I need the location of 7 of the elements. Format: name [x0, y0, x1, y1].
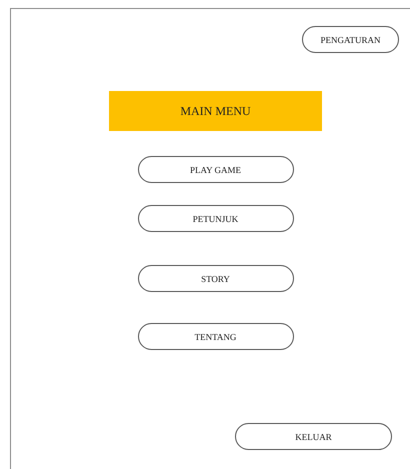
menu-button[interactable]: TENTANG — [138, 323, 294, 350]
menu-button[interactable]: PETUNJUK — [138, 205, 294, 232]
menu-button[interactable]: STORY — [138, 265, 294, 292]
exit-button[interactable]: KELUAR — [235, 423, 392, 450]
menu-button[interactable]: PLAY GAME — [138, 156, 294, 183]
menu-title: MAIN MENU — [109, 91, 322, 131]
settings-button[interactable]: PENGATURAN — [302, 26, 399, 53]
